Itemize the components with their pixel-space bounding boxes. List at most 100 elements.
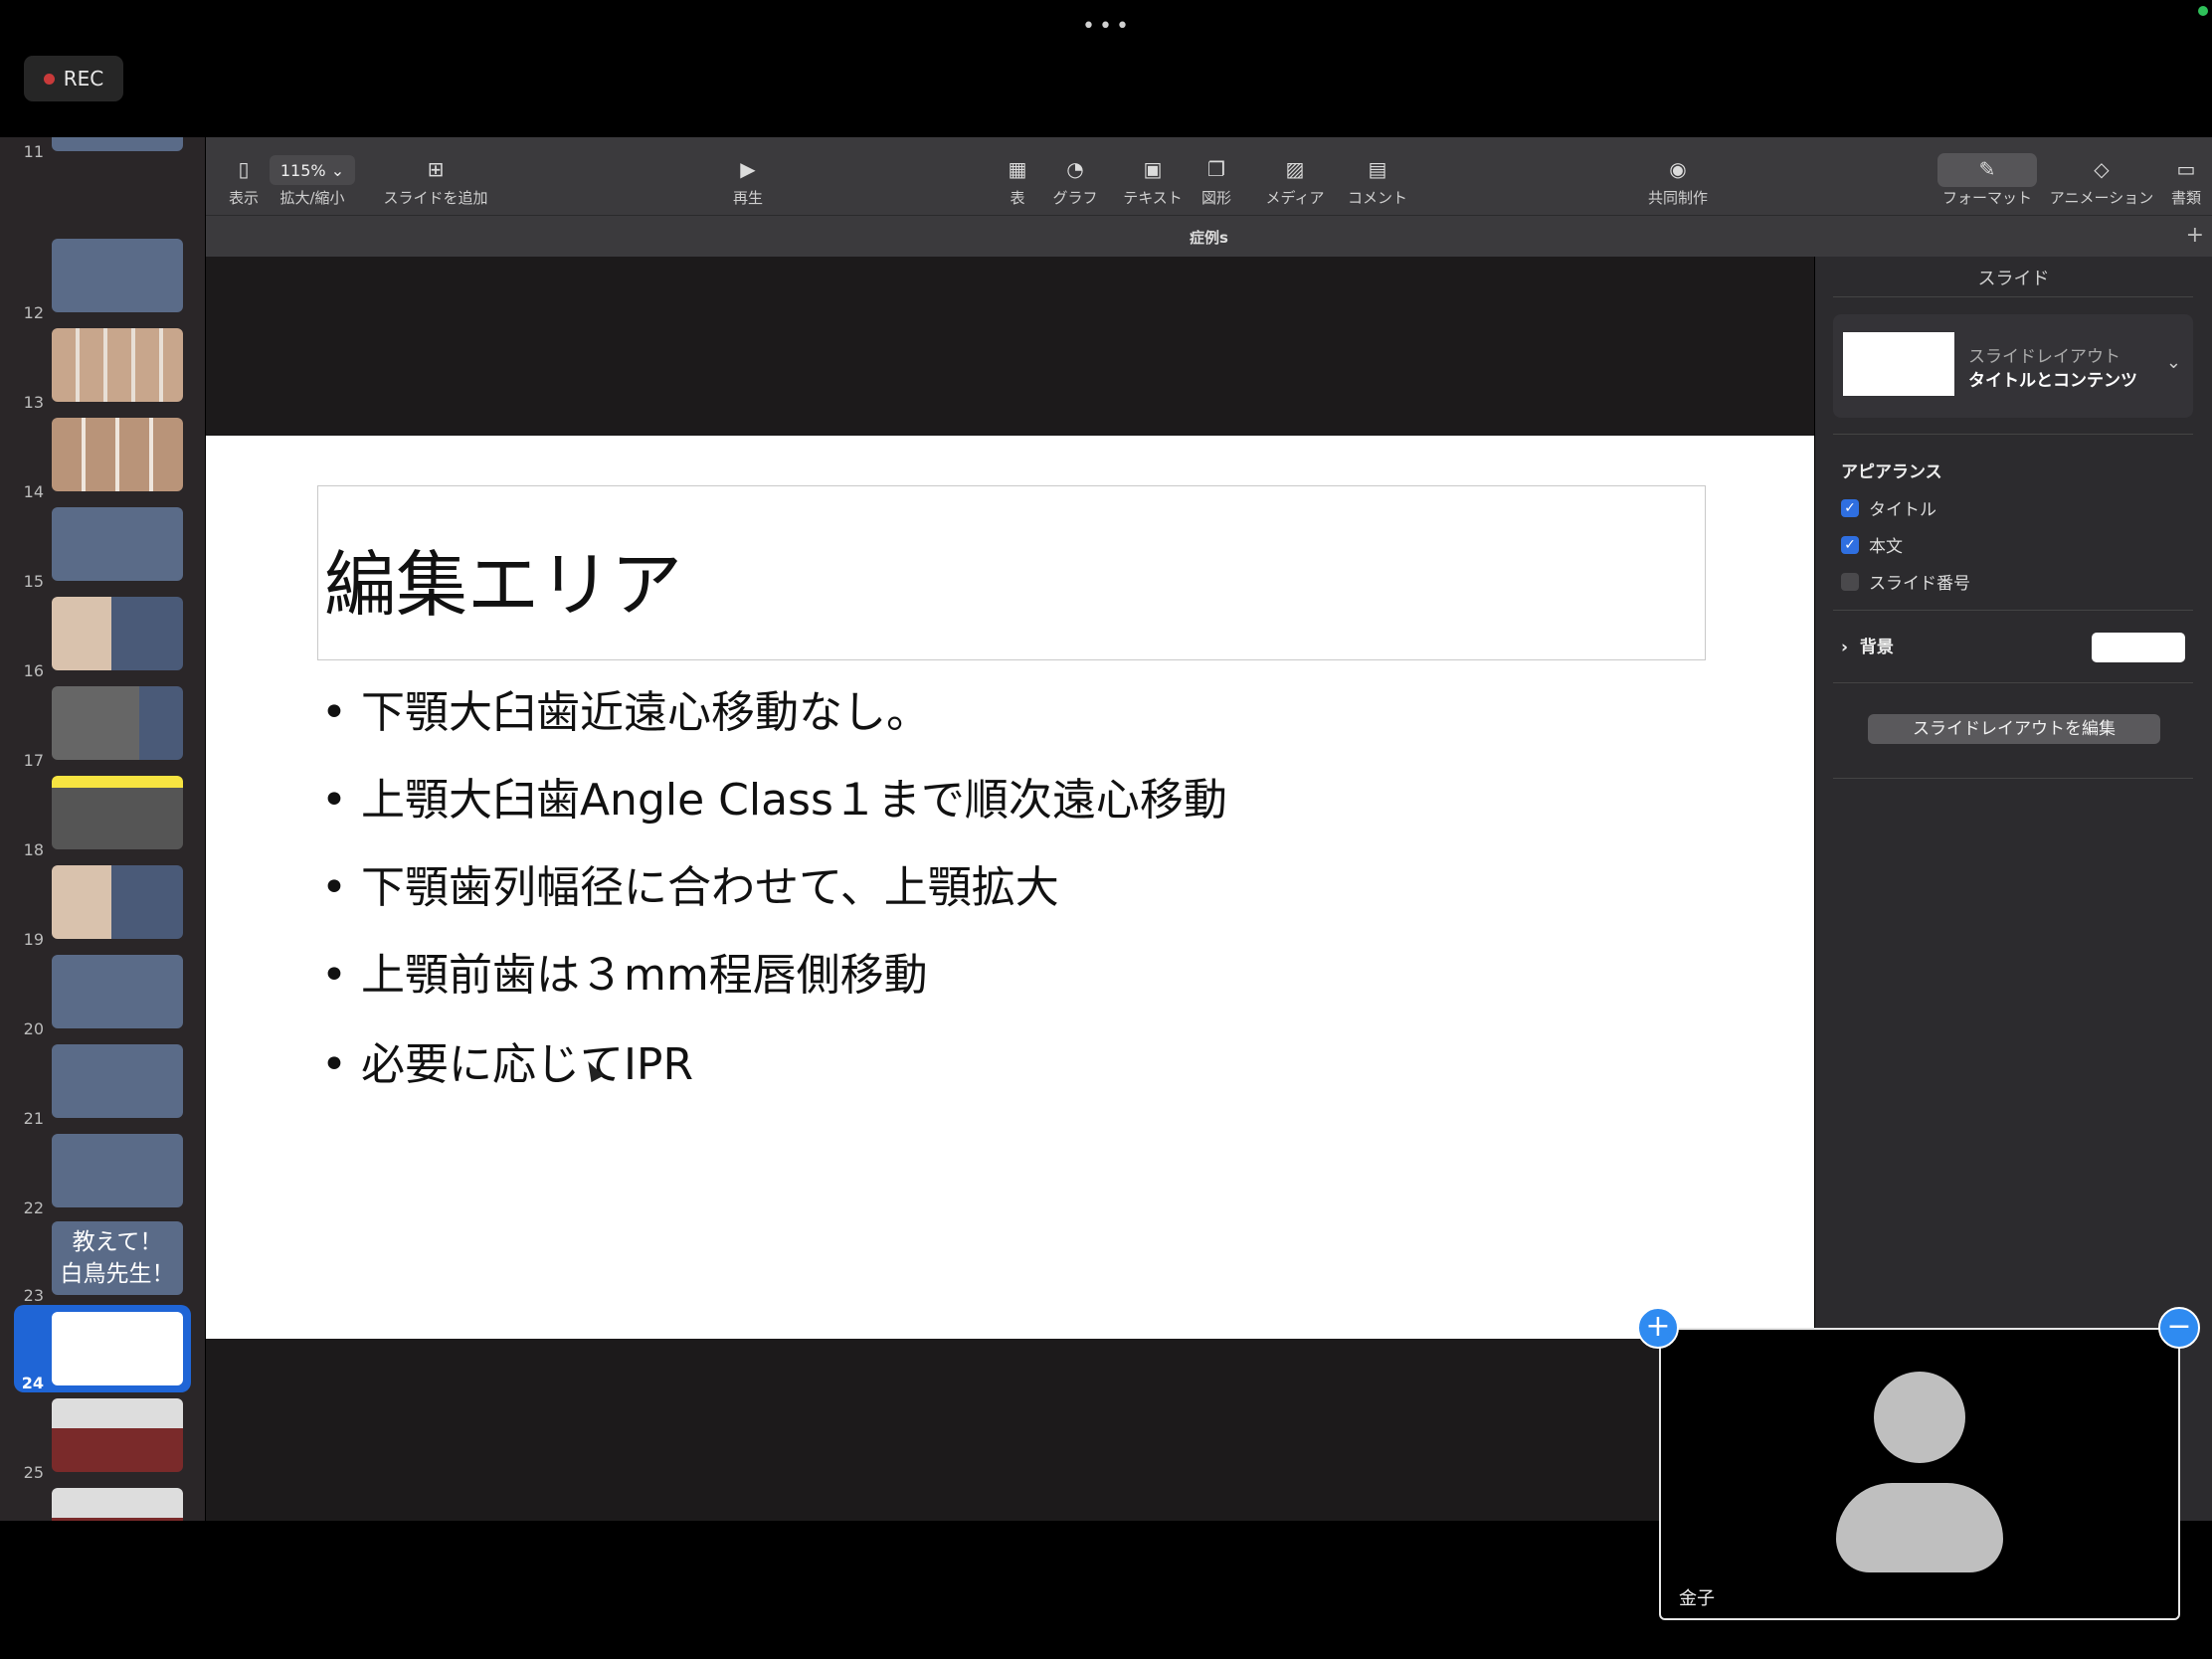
participant-video-tile[interactable]: 金子 xyxy=(1659,1328,2180,1620)
status-dot-icon xyxy=(2198,6,2208,16)
sidebar-icon: ▯ xyxy=(238,157,250,181)
add-slide-button[interactable]: ⊞ スライドを追加 xyxy=(373,137,498,208)
document-button[interactable]: ▭ 書類 xyxy=(2161,137,2211,208)
bullet-item[interactable]: 上顎前歯は３mm程唇側移動 xyxy=(321,939,928,1003)
checkbox-label: タイトル xyxy=(1869,500,1936,520)
comment-button[interactable]: ▤ コメント xyxy=(1338,137,1417,208)
play-icon: ▶ xyxy=(740,157,756,181)
view-label: 表示 xyxy=(228,189,259,207)
thumb-text-line1: 教えて！ xyxy=(72,1229,163,1255)
add-slide-icon: ⊞ xyxy=(427,157,445,181)
slide-title[interactable]: 編集エリア xyxy=(324,526,682,631)
collaborate-label: 共同制作 xyxy=(1647,189,1708,207)
table-label: 表 xyxy=(1010,189,1025,207)
text-label: テキスト xyxy=(1123,189,1183,207)
chevron-down-icon: ⌄ xyxy=(2165,352,2181,373)
shape-button[interactable]: ❐ 図形 xyxy=(1189,137,1244,208)
add-tab-icon[interactable]: + xyxy=(2186,223,2204,248)
slide-thumb-20[interactable]: 20 xyxy=(0,955,205,1038)
slide-number: 13 xyxy=(23,393,44,412)
zoom-value: 115% xyxy=(279,160,326,180)
slide-thumb-25[interactable]: 25 xyxy=(0,1398,205,1482)
window-menu-dots[interactable]: ••• xyxy=(1082,14,1133,39)
play-button[interactable]: ▶ 再生 xyxy=(713,137,783,208)
divider xyxy=(1833,778,2193,779)
comment-icon: ▤ xyxy=(1368,157,1387,181)
slide-thumbnail xyxy=(52,328,183,402)
title-placeholder[interactable]: 編集エリア xyxy=(317,485,1706,660)
slide-thumb-17[interactable]: 17 xyxy=(0,686,205,770)
body-checkbox[interactable]: ✓ 本文 xyxy=(1841,532,1903,557)
divider xyxy=(1833,434,2193,435)
add-slide-label: スライドを追加 xyxy=(383,189,488,207)
participant-name: 金子 xyxy=(1679,1588,1715,1609)
slide-thumbnail xyxy=(52,865,183,939)
collaborate-button[interactable]: ◉ 共同制作 xyxy=(1638,137,1718,208)
slide-thumb-21[interactable]: 21 xyxy=(0,1044,205,1128)
slide-thumb-16[interactable]: 16 xyxy=(0,597,205,680)
slide-number: 20 xyxy=(23,1019,44,1038)
comment-label: コメント xyxy=(1347,189,1407,207)
slide-layout-selector[interactable]: スライドレイアウト タイトルとコンテンツ ⌄ xyxy=(1833,314,2193,418)
slide-number: 25 xyxy=(23,1463,44,1482)
avatar-body xyxy=(1836,1483,2003,1572)
slide-thumb-11[interactable]: 11 xyxy=(0,137,205,161)
slide-navigator[interactable]: 11 12 13 14 15 16 17 18 19 20 21 22 教えて！… xyxy=(0,137,205,1521)
bullet-item[interactable]: 必要に応じてIPR xyxy=(321,1028,693,1092)
slide-number: 24 xyxy=(21,1374,44,1392)
background-disclosure[interactable]: › 背景 xyxy=(1841,633,1894,657)
slide-thumb-18[interactable]: 18 xyxy=(0,776,205,859)
slide-number-checkbox[interactable]: スライド番号 xyxy=(1841,569,1970,594)
slide-thumbnail xyxy=(52,137,183,151)
text-icon: ▣ xyxy=(1143,157,1163,181)
layout-value: タイトルとコンテンツ xyxy=(1968,371,2137,391)
slide-thumb-24-selected[interactable]: 24 xyxy=(14,1305,191,1392)
view-button[interactable]: ▯ 表示 xyxy=(214,137,274,208)
shape-label: 図形 xyxy=(1200,189,1231,207)
slide-thumb-19[interactable]: 19 xyxy=(0,865,205,949)
title-checkbox[interactable]: ✓ タイトル xyxy=(1841,495,1936,520)
divider xyxy=(1833,296,2193,297)
divider xyxy=(1833,682,2193,683)
animation-label: アニメーション xyxy=(2049,189,2154,207)
slide-number: 22 xyxy=(23,1198,44,1217)
table-button[interactable]: ▦ 表 xyxy=(993,137,1042,208)
slide-thumb-13[interactable]: 13 xyxy=(0,328,205,412)
bullet-item[interactable]: 下顎大臼歯近遠心移動なし。 xyxy=(321,676,930,740)
slide-thumb-26[interactable] xyxy=(0,1488,205,1521)
bullet-item[interactable]: 上顎大臼歯Angle Class１まで順次遠心移動 xyxy=(321,764,1227,828)
bullet-item[interactable]: 下顎歯列幅径に合わせて、上顎拡大 xyxy=(321,851,1059,915)
minimize-video-button[interactable]: − xyxy=(2158,1307,2200,1349)
background-color-well[interactable] xyxy=(2092,633,2185,662)
slide-thumb-14[interactable]: 14 xyxy=(0,418,205,501)
zoom-select[interactable]: 115% ⌄ xyxy=(270,155,355,185)
slide-thumbnail xyxy=(52,418,183,491)
slide-thumbnail xyxy=(52,686,183,760)
inspector-tab-slide[interactable]: スライド xyxy=(1815,265,2212,290)
media-button[interactable]: ▨ メディア xyxy=(1260,137,1330,208)
format-button[interactable]: ✎ フォーマット xyxy=(1937,137,2037,208)
format-label: フォーマット xyxy=(1941,189,2032,207)
rec-indicator: REC xyxy=(24,56,123,101)
slide-thumb-12[interactable]: 12 xyxy=(0,239,205,322)
slide-thumb-15[interactable]: 15 xyxy=(0,507,205,591)
slide-thumbnail xyxy=(52,239,183,312)
slide-thumb-23[interactable]: 教えて！ 白鳥先生！ 23 xyxy=(0,1221,205,1305)
text-button[interactable]: ▣ テキスト xyxy=(1115,137,1191,208)
media-icon: ▨ xyxy=(1285,157,1305,181)
slide-thumb-22[interactable]: 22 xyxy=(0,1134,205,1217)
toolbar: ▯ 表示 拡大/縮小 115% ⌄ ⊞ スライドを追加 ▶ 再生 ▦ 表 ◔ グ… xyxy=(206,137,2212,257)
play-label: 再生 xyxy=(732,189,763,207)
animation-button[interactable]: ◇ アニメーション xyxy=(2044,137,2159,208)
chart-button[interactable]: ◔ グラフ xyxy=(1039,137,1111,208)
expand-video-button[interactable]: + xyxy=(1637,1307,1679,1349)
slide-number: 18 xyxy=(23,840,44,859)
slide-number: 16 xyxy=(23,661,44,680)
slide-thumbnail xyxy=(52,1488,183,1521)
edit-slide-layout-button[interactable]: スライドレイアウトを編集 xyxy=(1868,714,2160,744)
slide[interactable]: 編集エリア 下顎大臼歯近遠心移動なし。 上顎大臼歯Angle Class１まで順… xyxy=(206,436,1814,1339)
slide-thumbnail xyxy=(52,1134,183,1207)
checkbox-label: スライド番号 xyxy=(1869,574,1970,594)
document-title-tab[interactable]: 症例s xyxy=(206,227,2212,248)
zoom-label: 拡大/縮小 xyxy=(279,189,345,207)
